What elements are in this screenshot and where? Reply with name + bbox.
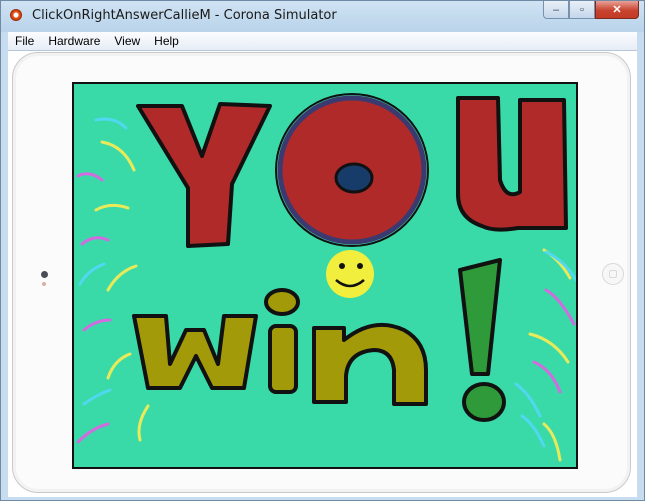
letter-i	[264, 288, 300, 394]
you-win-artwork	[76, 93, 576, 462]
minimize-button[interactable]: –	[543, 1, 569, 19]
corona-app-icon[interactable]	[10, 9, 22, 21]
ipad-device-frame	[12, 52, 631, 493]
app-screen[interactable]	[72, 82, 578, 469]
home-square-icon	[609, 270, 617, 278]
confetti-lines-right	[514, 248, 576, 462]
menu-hardware[interactable]: Hardware	[41, 32, 107, 50]
minimize-icon: –	[552, 3, 560, 16]
letter-o	[275, 93, 429, 247]
close-button[interactable]: ✕	[595, 1, 639, 19]
close-icon: ✕	[612, 4, 622, 16]
letter-w	[132, 314, 258, 390]
home-button[interactable]	[602, 263, 624, 285]
maximize-icon: ▫	[580, 3, 584, 16]
menu-file[interactable]: File	[8, 32, 41, 50]
letter-y	[136, 102, 272, 248]
menu-view[interactable]: View	[107, 32, 147, 50]
letter-n	[312, 322, 428, 406]
caption-buttons: – ▫ ✕	[543, 1, 639, 21]
title-bar[interactable]: ClickOnRightAnswerCallieM - Corona Simul…	[1, 1, 644, 32]
confetti-lines-left	[76, 117, 150, 444]
maximize-button[interactable]: ▫	[569, 1, 595, 19]
window-title: ClickOnRightAnswerCallieM - Corona Simul…	[32, 8, 337, 23]
menu-help[interactable]: Help	[147, 32, 186, 50]
simulator-client-area	[8, 51, 637, 497]
simulator-window: ClickOnRightAnswerCallieM - Corona Simul…	[0, 0, 645, 501]
exclamation-mark	[458, 258, 506, 422]
letter-u	[456, 96, 568, 232]
device-sensor-dot	[42, 282, 46, 286]
menu-bar: File Hardware View Help	[8, 32, 637, 51]
smiley-face-icon	[326, 250, 374, 298]
device-camera-icon	[41, 271, 48, 278]
